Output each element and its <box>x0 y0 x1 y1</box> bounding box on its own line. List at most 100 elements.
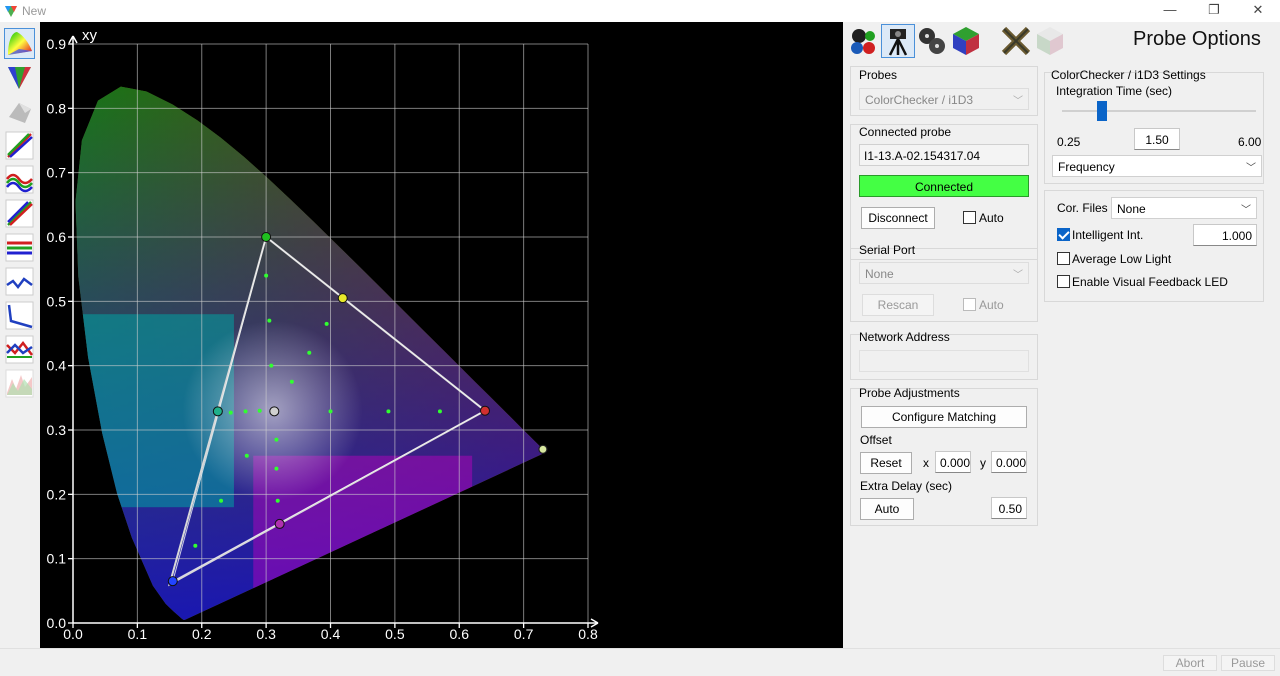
average-low-light-checkbox[interactable] <box>1057 252 1070 265</box>
rescan-button[interactable]: Rescan <box>862 294 934 316</box>
secondary-point <box>274 518 285 529</box>
intelligent-int-checkbox[interactable] <box>1057 228 1070 241</box>
serial-port-label: Serial Port <box>859 243 916 257</box>
cube-color-icon[interactable] <box>949 24 983 58</box>
tripod-meter-icon[interactable] <box>881 24 915 58</box>
integration-slider-thumb[interactable] <box>1096 101 1107 121</box>
offset-x-label: x <box>923 456 929 470</box>
y-tick-label: 0.5 <box>47 293 67 309</box>
x-tick-label: 0.5 <box>385 626 405 642</box>
rgb-probe-icon[interactable] <box>847 24 881 58</box>
offset-y-input[interactable]: 0.000 <box>991 451 1027 473</box>
x-tick-label: 0.1 <box>128 626 148 642</box>
rgb-levels-tool-icon[interactable] <box>4 232 35 263</box>
gamma-curves-tool-icon[interactable] <box>4 198 35 229</box>
network-address-label: Network Address <box>859 330 950 344</box>
saturation-point <box>307 350 312 355</box>
cie-diagram-tool-icon[interactable] <box>4 28 35 59</box>
3d-surface-tool-icon[interactable] <box>4 96 35 127</box>
visual-feedback-checkbox[interactable] <box>1057 275 1070 288</box>
film-reels-icon[interactable] <box>915 24 949 58</box>
saturation-point <box>324 321 329 326</box>
average-low-light-label: Average Low Light <box>1072 252 1172 266</box>
saturation-point <box>437 409 442 414</box>
cie-xy-chart: 0.0 0.1 0.2 0.3 0.4 0.5 0.6 0.7 0.8 0.0 0.1 0.2 0.3 0… <box>40 22 843 648</box>
settings-label: ColorChecker / i1D3 Settings <box>1051 68 1206 82</box>
primary-point <box>480 405 490 416</box>
integration-max-label: 6.00 <box>1238 135 1262 149</box>
intelligent-int-input[interactable]: 1.000 <box>1193 224 1257 246</box>
minimize-button[interactable]: — <box>1148 2 1192 20</box>
probe-adjustments-label: Probe Adjustments <box>859 386 960 400</box>
color-comparison-tool-icon[interactable] <box>4 334 35 365</box>
intelligent-int-label: Intelligent Int. <box>1072 228 1144 242</box>
integration-time-input[interactable]: 1.50 <box>1134 128 1180 150</box>
integration-time-label: Integration Time (sec) <box>1056 84 1173 98</box>
secondary-point <box>337 293 348 304</box>
reset-offset-button[interactable]: Reset <box>860 452 912 474</box>
close-tools-icon[interactable] <box>999 24 1033 58</box>
offset-label: Offset <box>860 433 892 447</box>
serial-auto-checkbox[interactable] <box>963 298 976 311</box>
auto-delay-button[interactable]: Auto <box>860 498 914 520</box>
saturation-point <box>243 409 248 414</box>
network-address-input[interactable] <box>859 350 1029 372</box>
abort-button[interactable]: Abort <box>1163 655 1217 671</box>
rgb-curves-tool-icon[interactable] <box>4 130 35 161</box>
x-tick-label: 0.6 <box>450 626 470 642</box>
connected-auto-label: Auto <box>979 211 1004 225</box>
out-of-gamut-point <box>538 444 548 454</box>
saturation-point <box>386 409 391 414</box>
extra-delay-input[interactable]: 0.50 <box>991 497 1027 519</box>
y-tick-label: 0.8 <box>47 100 67 116</box>
chevron-down-icon: ﹀ <box>1241 205 1251 216</box>
saturation-point <box>264 273 269 278</box>
serial-port-select[interactable]: None ﹀ <box>859 262 1029 284</box>
saturation-point <box>274 466 279 471</box>
luminance-curve-tool-icon[interactable] <box>4 266 35 297</box>
saturation-point <box>269 363 274 368</box>
configure-matching-button[interactable]: Configure Matching <box>861 406 1027 428</box>
y-tick-label: 0.6 <box>47 229 67 245</box>
serial-auto-label: Auto <box>979 298 1004 312</box>
saturation-point <box>274 437 279 442</box>
mode-select-value: Frequency <box>1058 160 1115 174</box>
cor-files-select[interactable]: None ﹀ <box>1111 197 1257 219</box>
delta-e-tool-icon[interactable] <box>4 300 35 331</box>
probe-select[interactable]: ColorChecker / i1D3 ﹀ <box>859 88 1029 110</box>
cube-gray-icon[interactable] <box>1033 24 1067 58</box>
x-tick-label: 0.4 <box>321 626 341 642</box>
app-logo-icon <box>5 6 17 17</box>
x-tick-label: 0.3 <box>256 626 276 642</box>
integration-min-label: 0.25 <box>1057 135 1081 149</box>
saturation-point <box>267 318 272 323</box>
rgb-balance-tool-icon[interactable] <box>4 164 35 195</box>
saturation-point <box>193 543 198 548</box>
integration-slider-track[interactable] <box>1062 110 1256 112</box>
spectral-tool-icon[interactable] <box>4 368 35 399</box>
chevron-down-icon: ﹀ <box>1013 270 1023 281</box>
chevron-down-icon: ﹀ <box>1246 163 1256 174</box>
gamut-triangle-tool-icon[interactable] <box>4 62 35 93</box>
cor-files-label: Cor. Files <box>1057 201 1108 215</box>
maximize-button[interactable]: ❐ <box>1192 2 1236 20</box>
disconnect-button[interactable]: Disconnect <box>861 207 935 229</box>
connected-probe-label: Connected probe <box>859 125 952 139</box>
left-toolstrip <box>0 22 40 648</box>
x-tick-label: 0.2 <box>192 626 212 642</box>
x-tick-label: 0.8 <box>578 626 598 642</box>
x-tick-label: 0.0 <box>63 626 83 642</box>
offset-x-input[interactable]: 0.000 <box>935 451 971 473</box>
visual-feedback-label: Enable Visual Feedback LED <box>1072 275 1228 289</box>
mode-select[interactable]: Frequency ﹀ <box>1052 155 1262 177</box>
y-tick-label: 0.7 <box>47 165 67 181</box>
close-button[interactable]: ✕ <box>1236 2 1280 20</box>
title-bar: New — ❐ ✕ <box>0 0 1280 22</box>
connected-auto-checkbox[interactable] <box>963 211 976 224</box>
x-tick-label: 0.7 <box>514 626 534 642</box>
pause-button[interactable]: Pause <box>1221 655 1275 671</box>
saturation-point <box>257 408 262 413</box>
window-title: New <box>22 4 47 18</box>
y-tick-label: 0.4 <box>47 358 67 374</box>
saturation-point <box>228 410 233 415</box>
